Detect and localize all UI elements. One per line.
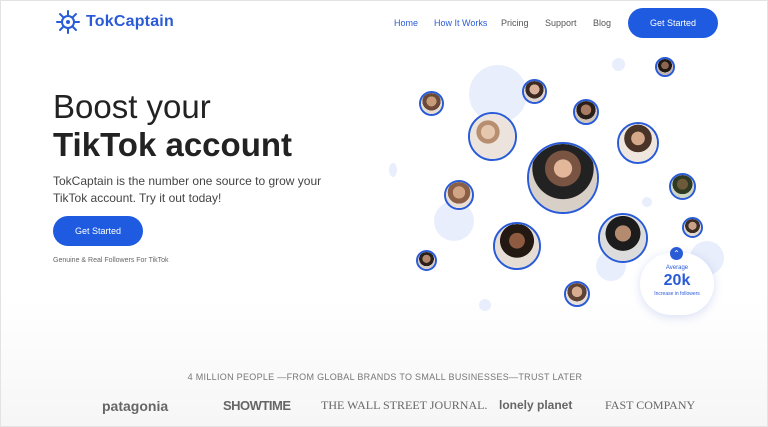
hero-subtitle: TokCaptain is the number one source to g… [53, 174, 322, 205]
header-get-started-button[interactable]: Get Started [628, 8, 718, 38]
bg-bubble [389, 163, 397, 177]
stat-value: 20k [663, 272, 691, 289]
follower-avatar [522, 79, 547, 104]
follower-avatar [468, 112, 517, 161]
follower-avatar [444, 180, 474, 210]
bg-bubble [642, 197, 652, 207]
trust-headline: 4 MILLION PEOPLE —FROM GLOBAL BRANDS TO … [187, 372, 583, 382]
bg-bubble [479, 299, 491, 311]
follower-avatar [416, 250, 437, 271]
follower-avatar [527, 142, 599, 214]
follower-avatar [617, 122, 659, 164]
follower-avatar [564, 281, 590, 307]
average-increase-card: ⌃ Average 20k Increase in followers [640, 247, 714, 315]
nav-how-it-works[interactable]: How It Works [434, 18, 487, 28]
logo[interactable]: TokCaptain [56, 10, 174, 34]
nav-blog[interactable]: Blog [593, 18, 611, 28]
arrow-up-icon: ⌃ [670, 247, 683, 260]
nav-pricing[interactable]: Pricing [501, 18, 529, 28]
brand-logo-showtime: SHOWTIME [223, 398, 291, 413]
follower-avatar [598, 213, 648, 263]
follower-avatar [682, 217, 703, 238]
brand-name: TokCaptain [86, 13, 174, 30]
hero-get-started-button[interactable]: Get Started [53, 216, 143, 246]
follower-avatar [655, 57, 675, 77]
follower-avatar [493, 222, 541, 270]
bg-bubble [612, 58, 625, 71]
page: TokCaptain Home How It Works Pricing Sup… [0, 0, 768, 427]
brand-logo-wsj: THE WALL STREET JOURNAL. [321, 398, 488, 412]
nav-support[interactable]: Support [545, 18, 577, 28]
hero-title: Boost your TikTok account [53, 88, 292, 164]
brand-logo-lonely-planet: lonely planet [499, 398, 573, 412]
ship-wheel-icon [56, 10, 80, 34]
hero-title-line1: Boost your [53, 88, 211, 125]
nav-home[interactable]: Home [394, 18, 418, 28]
follower-avatar [669, 173, 696, 200]
hero-title-line2: TikTok account [53, 126, 292, 163]
follower-avatar [419, 91, 444, 116]
stat-label: Average [665, 265, 689, 271]
hero-note: Genuine & Real Followers For TikTok [53, 257, 169, 264]
brand-logo-patagonia: patagonia [102, 398, 169, 414]
brand-logo-fast-company: FAST COMPANY [605, 398, 696, 412]
stat-description: Increase in followers [654, 291, 700, 297]
follower-avatar [573, 99, 599, 125]
